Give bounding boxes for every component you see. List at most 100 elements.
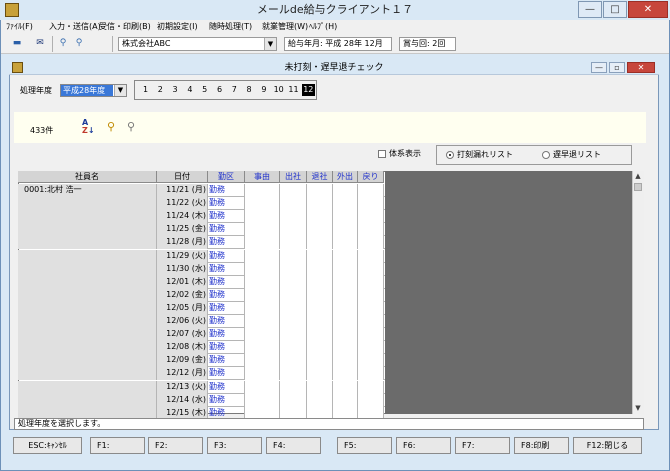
empty-cell[interactable]	[358, 288, 384, 302]
empty-cell[interactable]	[333, 249, 358, 263]
missing-punch-radio[interactable]	[446, 151, 454, 159]
empty-cell[interactable]	[358, 328, 384, 342]
empty-cell[interactable]	[307, 315, 333, 328]
close-button[interactable]: ✕	[628, 1, 668, 18]
minimize-button[interactable]: —	[578, 1, 602, 18]
empty-cell[interactable]	[333, 341, 358, 355]
empty-cell[interactable]	[333, 275, 358, 289]
empty-cell[interactable]	[280, 393, 307, 407]
mail-icon[interactable]: ✉	[33, 36, 47, 50]
function-key-button-8[interactable]: F7:	[455, 437, 510, 454]
empty-cell[interactable]	[333, 262, 358, 276]
empty-cell[interactable]	[358, 341, 384, 355]
empty-cell[interactable]	[333, 301, 358, 315]
empty-cell[interactable]	[245, 275, 280, 289]
work-type-cell[interactable]: 勤務	[208, 301, 245, 315]
menu-item-7[interactable]: ﾍﾙﾌﾟ(H)	[306, 20, 340, 34]
send-icon[interactable]: ▬	[10, 36, 24, 50]
empty-cell[interactable]	[280, 288, 307, 302]
function-key-button-6[interactable]: F5:	[337, 437, 392, 454]
empty-cell[interactable]	[245, 380, 280, 394]
menu-item-5[interactable]: 随時処理(T)	[206, 20, 255, 34]
empty-cell[interactable]	[307, 184, 333, 197]
empty-cell[interactable]	[333, 288, 358, 302]
search-icon[interactable]: ⚲	[103, 119, 119, 135]
work-type-cell[interactable]: 勤務	[208, 393, 245, 407]
work-type-cell[interactable]: 勤務	[208, 354, 245, 368]
column-header-5[interactable]: 出社	[280, 171, 307, 183]
empty-cell[interactable]	[358, 354, 384, 368]
child-close-button[interactable]: ✕	[627, 62, 655, 73]
empty-cell[interactable]	[307, 367, 333, 381]
empty-cell[interactable]	[358, 315, 384, 328]
empty-cell[interactable]	[245, 315, 280, 328]
child-minimize-button[interactable]: —	[591, 62, 607, 73]
empty-cell[interactable]	[333, 197, 358, 211]
work-type-cell[interactable]: 勤務	[208, 341, 245, 355]
work-type-cell[interactable]: 勤務	[208, 184, 245, 197]
empty-cell[interactable]	[245, 249, 280, 263]
empty-cell[interactable]	[307, 262, 333, 276]
empty-cell[interactable]	[280, 249, 307, 263]
month-tab-7[interactable]: 7	[228, 84, 241, 96]
search-icon[interactable]: ⚲	[56, 36, 70, 50]
empty-cell[interactable]	[245, 341, 280, 355]
empty-cell[interactable]	[280, 184, 307, 197]
empty-cell[interactable]	[358, 197, 384, 211]
empty-cell[interactable]	[245, 301, 280, 315]
chevron-down-icon[interactable]: ▼	[264, 38, 276, 50]
work-type-cell[interactable]: 勤務	[208, 223, 245, 237]
empty-cell[interactable]	[245, 184, 280, 197]
empty-cell[interactable]	[245, 393, 280, 407]
empty-cell[interactable]	[333, 367, 358, 381]
month-tab-10[interactable]: 10	[272, 84, 285, 96]
child-restore-button[interactable]: ▫	[609, 62, 625, 73]
column-header-1[interactable]: 社員名	[18, 171, 157, 183]
empty-cell[interactable]	[333, 328, 358, 342]
month-tab-3[interactable]: 3	[169, 84, 182, 96]
function-key-button-2[interactable]: F1:	[90, 437, 145, 454]
column-header-3[interactable]: 勤区	[208, 171, 245, 183]
empty-cell[interactable]	[245, 288, 280, 302]
empty-cell[interactable]	[307, 249, 333, 263]
empty-cell[interactable]	[358, 275, 384, 289]
empty-cell[interactable]	[245, 354, 280, 368]
empty-cell[interactable]	[245, 210, 280, 224]
empty-cell[interactable]	[358, 210, 384, 224]
empty-cell[interactable]	[307, 288, 333, 302]
menu-item-6[interactable]: 就業管理(W)	[259, 20, 311, 34]
company-select[interactable]: 株式会社ABC	[118, 37, 277, 51]
empty-cell[interactable]	[307, 354, 333, 368]
empty-cell[interactable]	[280, 275, 307, 289]
empty-cell[interactable]	[333, 315, 358, 328]
late-early-radio[interactable]	[542, 151, 550, 159]
function-key-button-5[interactable]: F4:	[266, 437, 321, 454]
menu-item-1[interactable]: ﾌｧｲﾙ(F)	[3, 20, 36, 34]
empty-cell[interactable]	[307, 393, 333, 407]
work-type-cell[interactable]: 勤務	[208, 249, 245, 263]
empty-cell[interactable]	[333, 236, 358, 250]
empty-cell[interactable]	[307, 275, 333, 289]
month-tab-11[interactable]: 11	[287, 84, 300, 96]
empty-cell[interactable]	[280, 262, 307, 276]
month-tab-4[interactable]: 4	[183, 84, 196, 96]
month-tab-8[interactable]: 8	[243, 84, 256, 96]
empty-cell[interactable]	[333, 210, 358, 224]
empty-cell[interactable]	[358, 249, 384, 263]
empty-cell[interactable]	[245, 328, 280, 342]
empty-cell[interactable]	[307, 197, 333, 211]
work-type-cell[interactable]: 勤務	[208, 210, 245, 224]
empty-cell[interactable]	[280, 341, 307, 355]
empty-cell[interactable]	[245, 223, 280, 237]
empty-cell[interactable]	[333, 354, 358, 368]
search-all-icon[interactable]: ⚲	[72, 36, 86, 50]
function-key-button-9[interactable]: F8:印刷	[514, 437, 569, 454]
empty-cell[interactable]	[358, 301, 384, 315]
empty-cell[interactable]	[358, 367, 384, 381]
scroll-down-icon[interactable]: ▼	[632, 403, 644, 414]
month-tab-12[interactable]: 12	[301, 84, 315, 96]
empty-cell[interactable]	[358, 380, 384, 394]
empty-cell[interactable]	[333, 223, 358, 237]
empty-cell[interactable]	[280, 301, 307, 315]
empty-cell[interactable]	[280, 315, 307, 328]
